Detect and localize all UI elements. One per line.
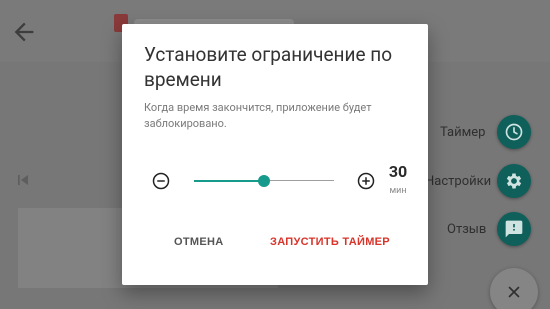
skip-previous-icon[interactable]	[12, 170, 34, 190]
fab-label-timer[interactable]: Таймер	[440, 125, 485, 140]
dialog-message: Когда время закончится, приложение будет…	[144, 101, 372, 130]
feedback-icon	[505, 220, 523, 238]
start-timer-button[interactable]: ЗАПУСТИТЬ ТАЙМЕР	[270, 236, 390, 248]
dialog-title: Установите ограничение по времени	[144, 43, 393, 91]
fab-settings-button[interactable]	[497, 164, 531, 198]
decrease-button[interactable]	[152, 172, 170, 190]
time-slider[interactable]	[194, 172, 334, 190]
slider-thumb[interactable]	[258, 175, 270, 187]
back-arrow-icon[interactable]	[10, 18, 38, 46]
fab-label-settings[interactable]: Настройки	[425, 174, 491, 189]
time-value: 30	[388, 162, 408, 181]
close-icon	[508, 286, 520, 298]
fab-timer-button[interactable]	[497, 115, 531, 149]
fab-label-feedback[interactable]: Отзыв	[447, 222, 486, 237]
slider-track-active	[194, 180, 264, 182]
increase-button[interactable]	[357, 172, 375, 190]
time-unit: мин	[389, 186, 407, 196]
fab-feedback-button[interactable]	[497, 212, 531, 246]
cancel-button[interactable]: ОТМЕНА	[174, 236, 223, 248]
slider-track-inactive	[264, 180, 334, 181]
clock-icon	[505, 123, 523, 141]
fab-close-button[interactable]	[490, 268, 538, 309]
gear-icon	[506, 173, 522, 189]
time-limit-dialog: Установите ограничение по времени Когда …	[122, 24, 428, 285]
